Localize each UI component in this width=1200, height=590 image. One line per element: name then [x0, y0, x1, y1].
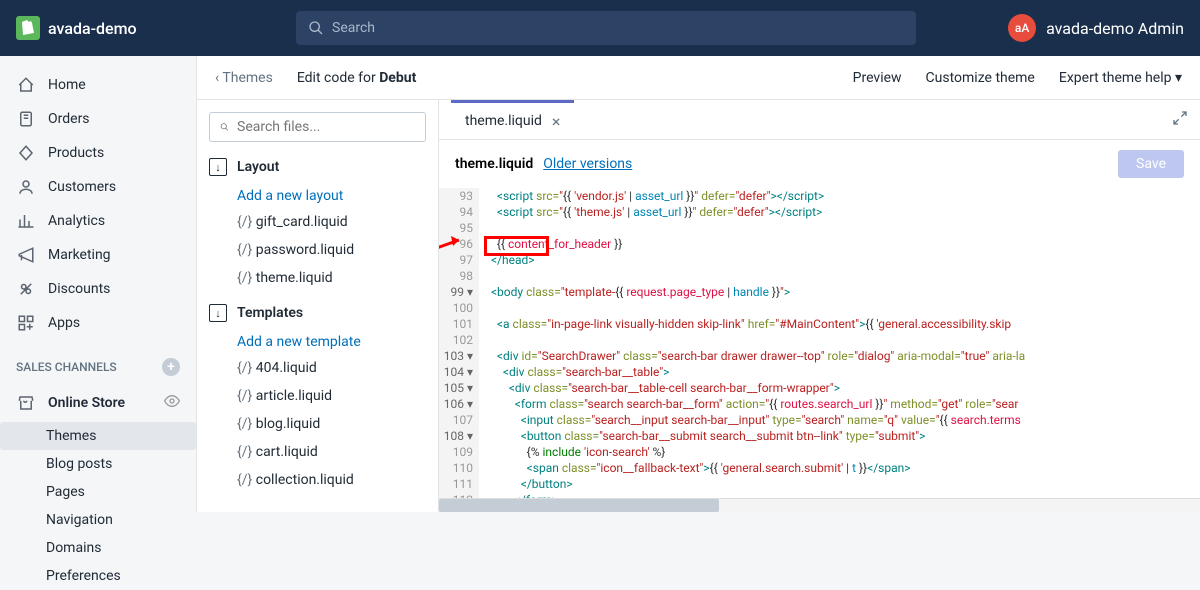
shopify-icon: [16, 16, 40, 40]
file-panel: ↓Layout Add a new layout{/} gift_card.liq…: [197, 100, 439, 512]
sales-channels-header: SALES CHANNELS +: [0, 342, 196, 384]
back-link[interactable]: ‹ Themes: [215, 70, 273, 86]
sidebar-item-discounts[interactable]: Discounts: [0, 272, 196, 306]
horizontal-scrollbar[interactable]: [439, 498, 1200, 512]
folder-icon: ↓: [209, 304, 227, 322]
discounts-icon: [16, 279, 36, 299]
code-line[interactable]: 93 <script src="{{ 'vendor.js' | asset_u…: [439, 188, 1200, 204]
sidebar: HomeOrdersProductsCustomersAnalyticsMark…: [0, 56, 196, 512]
add-channel-icon[interactable]: +: [162, 358, 180, 376]
sidebar-item-apps[interactable]: Apps: [0, 306, 196, 340]
code-line[interactable]: 94 <script src="{{ 'theme.js' | asset_ur…: [439, 204, 1200, 220]
search-input[interactable]: [332, 20, 904, 36]
avatar: aA: [1008, 14, 1036, 42]
file-info: theme.liquid Older versions Save: [439, 140, 1200, 188]
older-versions-link[interactable]: Older versions: [543, 156, 632, 172]
close-icon[interactable]: ×: [552, 112, 561, 131]
products-icon: [16, 143, 36, 163]
action-expert-theme-help[interactable]: Expert theme help ▾: [1059, 70, 1182, 86]
sidebar-item-marketing[interactable]: Marketing: [0, 238, 196, 272]
folder-icon: ↓: [209, 158, 227, 176]
customers-icon: [16, 177, 36, 197]
brand[interactable]: avada-demo: [16, 16, 296, 40]
file-theme-liquid[interactable]: {/} theme.liquid: [209, 264, 426, 292]
action-customize-theme[interactable]: Customize theme: [926, 70, 1035, 86]
sidebar-item-customers[interactable]: Customers: [0, 170, 196, 204]
store-icon: [16, 393, 36, 413]
tabs: theme.liquid ×: [439, 100, 1200, 140]
code-line[interactable]: 101 <a class="in-page-link visually-hidd…: [439, 316, 1200, 332]
code-line[interactable]: 109 {% include 'icon-search' %}: [439, 444, 1200, 460]
action-preview[interactable]: Preview: [853, 70, 902, 86]
sub-item-themes[interactable]: Themes: [0, 422, 196, 450]
code-line[interactable]: 100: [439, 300, 1200, 316]
sub-item-preferences[interactable]: Preferences: [46, 562, 196, 590]
tab-theme-liquid[interactable]: theme.liquid ×: [451, 100, 574, 139]
file-name: theme.liquid: [455, 156, 533, 172]
sidebar-item-orders[interactable]: Orders: [0, 102, 196, 136]
marketing-icon: [16, 245, 36, 265]
sidebar-online-store[interactable]: Online Store: [0, 386, 196, 420]
code-line[interactable]: 102: [439, 332, 1200, 348]
sub-item-domains[interactable]: Domains: [46, 534, 196, 562]
page-title: Edit code for Debut: [297, 70, 416, 86]
code-line[interactable]: 111 </button>: [439, 476, 1200, 492]
sidebar-item-analytics[interactable]: Analytics: [0, 204, 196, 238]
topbar-user[interactable]: aA avada-demo Admin: [1008, 14, 1184, 42]
file-blog-liquid[interactable]: {/} blog.liquid: [209, 410, 426, 438]
code-line[interactable]: 107 <input class="search__input search-b…: [439, 412, 1200, 428]
add-templates[interactable]: Add a new template: [209, 330, 426, 354]
search-icon: [220, 120, 229, 134]
code-line[interactable]: 104 ▾ <div class="search-bar__table">: [439, 364, 1200, 380]
file-article-liquid[interactable]: {/} article.liquid: [209, 382, 426, 410]
file-password-liquid[interactable]: {/} password.liquid: [209, 236, 426, 264]
code-line[interactable]: 105 ▾ <div class="search-bar__table-cell…: [439, 380, 1200, 396]
code-line[interactable]: 97 </head>: [439, 252, 1200, 268]
file-collection-liquid[interactable]: {/} collection.liquid: [209, 466, 426, 494]
content-header: ‹ Themes Edit code for Debut Preview Cust…: [197, 56, 1200, 100]
sidebar-item-home[interactable]: Home: [0, 68, 196, 102]
code-line[interactable]: 98: [439, 268, 1200, 284]
expand-icon[interactable]: [1172, 110, 1188, 130]
sub-item-navigation[interactable]: Navigation: [46, 506, 196, 534]
code-line[interactable]: 108 ▾ <button class="search-bar__submit …: [439, 428, 1200, 444]
code-line[interactable]: 99 ▾ <body class="template-{{ request.pa…: [439, 284, 1200, 300]
add-layout[interactable]: Add a new layout: [209, 184, 426, 208]
brand-name: avada-demo: [48, 19, 137, 38]
sidebar-item-products[interactable]: Products: [0, 136, 196, 170]
search-icon: [308, 20, 324, 36]
file-search[interactable]: [209, 112, 426, 142]
apps-icon: [16, 313, 36, 333]
user-name: avada-demo Admin: [1046, 19, 1184, 38]
sub-item-blog-posts[interactable]: Blog posts: [46, 450, 196, 478]
topbar: avada-demo aA avada-demo Admin: [0, 0, 1200, 56]
code-line[interactable]: 95: [439, 220, 1200, 236]
global-search[interactable]: [296, 11, 916, 45]
file-search-input[interactable]: [237, 119, 415, 135]
sub-item-pages[interactable]: Pages: [46, 478, 196, 506]
code-line[interactable]: 103 ▾ <div id="SearchDrawer" class="sear…: [439, 348, 1200, 364]
code-editor[interactable]: 93 <script src="{{ 'vendor.js' | asset_u…: [439, 188, 1200, 498]
analytics-icon: [16, 211, 36, 231]
file-gift_card-liquid[interactable]: {/} gift_card.liquid: [209, 208, 426, 236]
home-icon: [16, 75, 36, 95]
folder-layout[interactable]: ↓Layout: [209, 158, 426, 176]
file-cart-liquid[interactable]: {/} cart.liquid: [209, 438, 426, 466]
code-line[interactable]: 106 ▾ <form class="search search-bar__fo…: [439, 396, 1200, 412]
file-404-liquid[interactable]: {/} 404.liquid: [209, 354, 426, 382]
save-button[interactable]: Save: [1118, 150, 1184, 178]
folder-templates[interactable]: ↓Templates: [209, 304, 426, 322]
code-line[interactable]: 110 <span class="icon__fallback-text">{{…: [439, 460, 1200, 476]
eye-icon[interactable]: [164, 393, 180, 413]
code-line[interactable]: 96 {{ content_for_header }}: [439, 236, 1200, 252]
orders-icon: [16, 109, 36, 129]
